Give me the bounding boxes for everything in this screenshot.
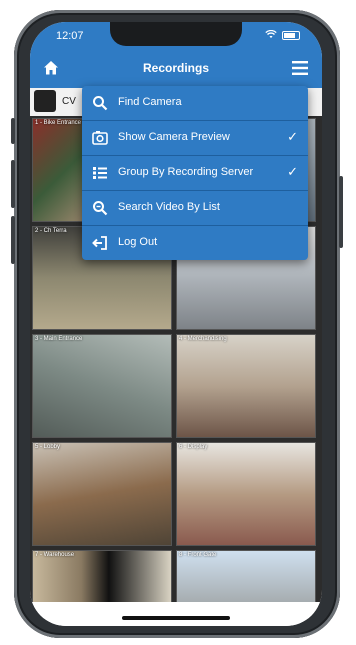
camera-preview-tile[interactable]: 6 - Display xyxy=(176,442,316,546)
camera-tile-label: 2 - Ch Terra xyxy=(35,228,67,234)
menu-item-label: Group By Recording Server xyxy=(118,166,254,178)
checkmark-icon: ✓ xyxy=(287,129,298,144)
nav-bar: Recordings xyxy=(30,50,322,88)
bottom-safe-area xyxy=(30,602,322,626)
status-icons xyxy=(265,30,300,40)
options-dropdown-menu: Find Camera Show Camera Preview ✓ Group … xyxy=(82,86,308,260)
camera-preview-tile[interactable]: 3 - Main Entrance xyxy=(32,334,172,438)
camera-tile-label: 8 - Front Gate xyxy=(179,552,217,558)
camera-preview-tile[interactable]: 5 - Lobby xyxy=(32,442,172,546)
checkmark-icon: ✓ xyxy=(287,164,298,179)
camera-tile-label: 4 - Merchandising xyxy=(179,336,227,342)
camera-preview-tile[interactable]: 7 - Warehouse xyxy=(32,550,172,602)
menu-item-log-out[interactable]: Log Out xyxy=(82,226,308,260)
camera-group-name: CV xyxy=(62,96,76,107)
camera-tile-label: 5 - Lobby xyxy=(35,444,61,450)
camera-preview-tile[interactable]: 4 - Merchandising xyxy=(176,334,316,438)
camera-icon xyxy=(92,131,108,145)
wifi-icon xyxy=(265,30,277,38)
home-indicator[interactable] xyxy=(122,616,230,620)
status-time: 12:07 xyxy=(56,30,84,42)
menu-item-label: Find Camera xyxy=(118,96,182,108)
camera-tile-label: 1 - Bike Entrance xyxy=(35,120,82,126)
camera-preview-tile[interactable]: 8 - Front Gate xyxy=(176,550,316,602)
camera-tile-label: 6 - Display xyxy=(179,444,208,450)
battery-icon xyxy=(282,31,300,40)
notch xyxy=(110,22,242,46)
menu-item-label: Log Out xyxy=(118,236,158,248)
camera-tile-label: 3 - Main Entrance xyxy=(35,336,83,342)
menu-item-find-camera[interactable]: Find Camera xyxy=(82,86,308,121)
side-button xyxy=(11,160,15,208)
menu-item-search-video-by-list[interactable]: Search Video By List xyxy=(82,191,308,226)
menu-item-label: Search Video By List xyxy=(118,201,220,213)
camera-tile-label: 7 - Warehouse xyxy=(35,552,75,558)
menu-item-label: Show Camera Preview xyxy=(118,131,230,143)
side-button xyxy=(11,216,15,264)
side-button xyxy=(11,118,15,144)
search-list-icon xyxy=(93,201,108,216)
search-icon xyxy=(93,96,108,111)
hamburger-menu-icon[interactable] xyxy=(292,61,308,75)
menu-item-group-by-recording-server[interactable]: Group By Recording Server ✓ xyxy=(82,156,308,191)
logout-icon xyxy=(92,236,107,250)
list-icon xyxy=(93,167,107,179)
camera-logo-icon xyxy=(34,90,56,112)
power-button xyxy=(339,176,343,248)
app-screen: 12:07 Recordings CV 1 - Bike Entrance 2 … xyxy=(30,22,322,626)
page-title: Recordings xyxy=(142,61,209,75)
status-bar: 12:07 xyxy=(30,22,322,50)
menu-item-show-camera-preview[interactable]: Show Camera Preview ✓ xyxy=(82,121,308,156)
